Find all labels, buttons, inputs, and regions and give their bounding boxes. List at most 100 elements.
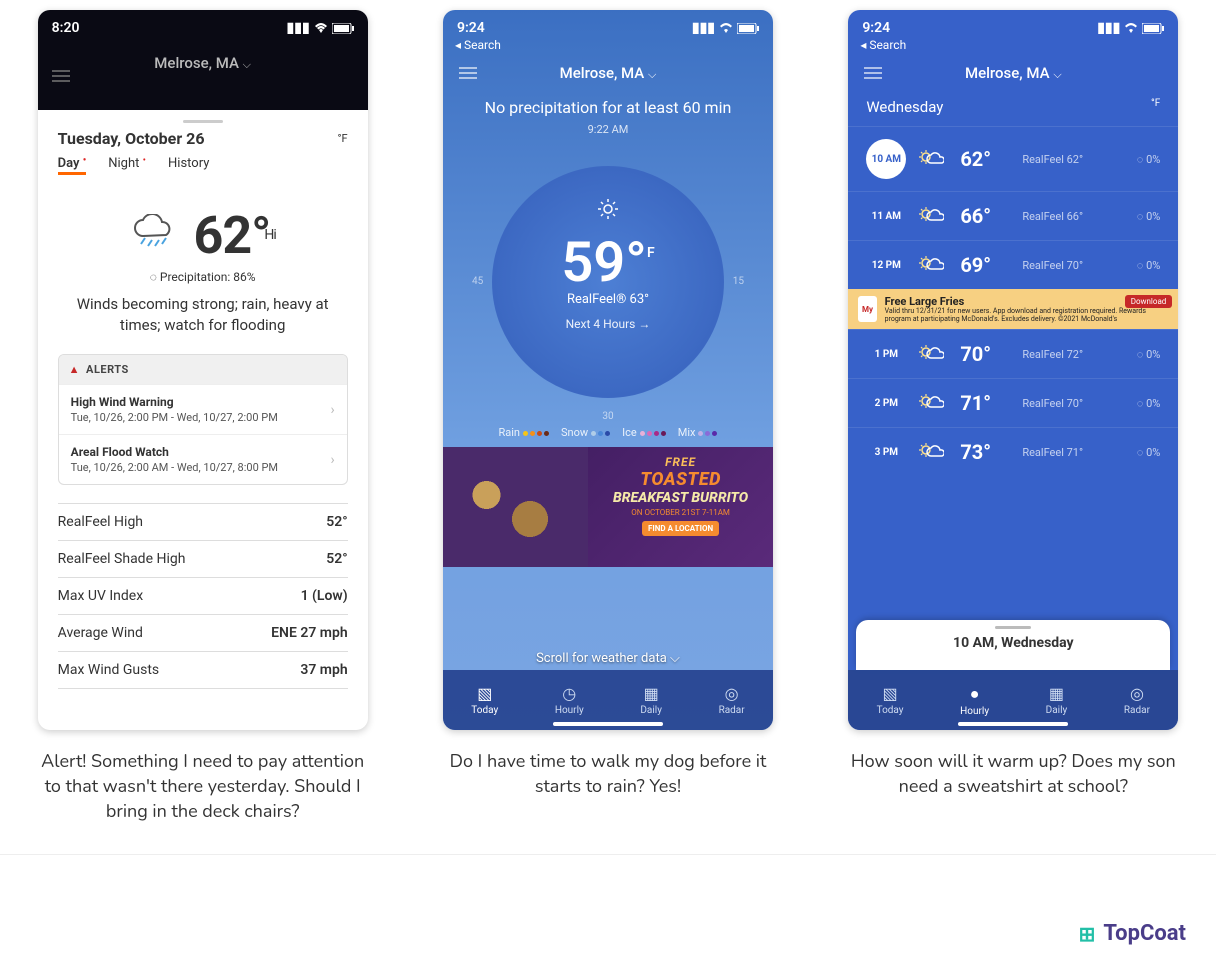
nav-radar[interactable]: ◎Radar [1124,684,1150,716]
partly-cloudy-icon [918,442,948,462]
hour-temperature: 69° [960,253,1010,277]
home-indicator[interactable] [958,722,1068,726]
hour-precip: ◌ 0% [1116,153,1160,166]
brand-logo: ⊞ TopCoat [1079,921,1186,946]
unit-label: °F [337,132,347,145]
sheet-handle[interactable] [995,626,1031,629]
phone-today-radar: 9:24 ▮▮▮ ◂ Search Melrose, MA ⌵ No preci… [443,10,773,730]
ad-image [443,447,588,567]
ad-line: BREAKFAST BURRITO [594,490,767,506]
caption-3: How soon will it warm up? Does my son ne… [848,750,1178,826]
nav-today[interactable]: ▧Today [877,684,904,716]
signal-icon: ▮▮▮ [287,20,310,36]
hour-label: 2 PM [866,398,906,409]
alert-time: Tue, 10/26, 2:00 AM - Wed, 10/27, 8:00 P… [71,461,278,474]
nav-today[interactable]: ▧Today [471,684,498,716]
clock-icon: ● [960,684,989,704]
scroll-hint[interactable]: Scroll for weather data ⌵ [443,651,773,666]
hour-precip: ◌ 0% [1116,397,1160,410]
caption-2: Do I have time to walk my dog before it … [443,750,773,826]
location-dropdown[interactable]: Melrose, MA ⌵ [560,64,657,82]
hour-precip: ◌ 0% [1116,259,1160,272]
back-button[interactable]: ◂ Search [848,38,1178,52]
chevron-down-icon: ⌵ [1053,68,1061,81]
detail-sheet[interactable]: 10 AM, Wednesday [856,620,1170,670]
chevron-down-icon: ⌵ [243,58,251,71]
chevron-right-icon: › [330,402,334,418]
partly-cloudy-icon [918,206,948,226]
ad-date: ON OCTOBER 21ST 7-11AM [594,508,767,517]
location-dropdown[interactable]: Melrose, MA ⌵ [965,64,1062,82]
partly-cloudy-icon [918,344,948,364]
status-indicators: ▮▮▮ [1097,20,1164,36]
droplet-icon: ◌ [1137,210,1144,223]
status-time: 9:24 [457,20,485,36]
hour-label: 3 PM [866,447,906,458]
hourly-row[interactable]: 2 PM71°RealFeel 70°◌ 0% [848,378,1178,427]
menu-icon[interactable] [459,67,477,79]
ad-cta-button[interactable]: FIND A LOCATION [642,521,719,536]
alert-item[interactable]: High Wind Warning Tue, 10/26, 2:00 PM - … [59,384,347,434]
nav-hourly[interactable]: ●Hourly [960,684,989,717]
tab-day[interactable]: Day • [58,156,87,175]
hourly-row[interactable]: 3 PM73°RealFeel 71°◌ 0% [848,427,1178,476]
nav-daily[interactable]: ▦Daily [640,684,662,716]
location-dropdown[interactable]: Melrose, MA ⌵ [38,40,368,72]
stat-row: Max Wind Gusts37 mph [58,652,348,689]
droplet-icon: ◌ [1137,397,1144,410]
wifi-icon [1124,23,1138,34]
nav-hourly[interactable]: ◷Hourly [555,684,584,716]
next-hours-link[interactable]: Next 4 Hours → [561,317,654,331]
ad-line: FREE [594,455,767,469]
hourly-row[interactable]: 10 AM62°RealFeel 62°◌ 0% [848,126,1178,191]
chevron-right-icon: › [330,452,334,468]
nav-radar[interactable]: ◎Radar [719,684,745,716]
hourly-row[interactable]: 12 PM69°RealFeel 70°◌ 0% [848,240,1178,289]
dial-mark-45: 45 [472,276,483,287]
dial-mark-15: 15 [733,276,744,287]
partly-cloudy-icon [918,149,948,169]
nav-daily[interactable]: ▦Daily [1046,684,1068,716]
alert-item[interactable]: Areal Flood Watch Tue, 10/26, 2:00 AM - … [59,434,347,484]
signal-icon: ▮▮▮ [692,20,715,36]
ad-banner[interactable]: FREE TOASTED BREAKFAST BURRITO ON OCTOBE… [443,447,773,567]
hour-precip: ◌ 0% [1116,446,1160,459]
status-indicators: ▮▮▮ [287,20,354,36]
back-button[interactable]: ◂ Search [443,38,773,52]
hourly-row[interactable]: 1 PM70°RealFeel 72°◌ 0% [848,329,1178,378]
footer-divider [0,854,1216,855]
status-bar: 9:24 ▮▮▮ [848,10,1178,40]
rain-cloud-icon [129,214,181,258]
hour-temperature: 73° [960,440,1010,464]
alert-triangle-icon: ▲ [69,363,80,376]
ad-logo: My [858,296,876,322]
status-indicators: ▮▮▮ [692,20,759,36]
tab-night[interactable]: Night • [108,156,146,175]
home-indicator[interactable] [553,722,663,726]
hourly-row[interactable]: 11 AM66°RealFeel 66°◌ 0% [848,191,1178,240]
ad-cta-button[interactable]: Download [1125,295,1173,308]
droplet-icon: ◌ [1137,348,1144,361]
unit-label: °F [1151,98,1160,116]
bottom-nav: ▧Today ◷Hourly ▦Daily ◎Radar [443,670,773,730]
minutecast-dial[interactable]: 45 15 30 59°F RealFeel® 63° Next 4 Hours… [468,142,748,422]
battery-icon [332,23,354,34]
status-time: 9:24 [862,20,890,36]
stat-row: RealFeel High52° [58,503,348,541]
tab-history[interactable]: History [168,156,209,175]
menu-icon[interactable] [52,70,70,82]
hour-temperature: 70° [960,342,1010,366]
current-clock-label: 9:22 AM [443,123,773,136]
sheet-handle[interactable] [183,120,223,123]
status-time: 8:20 [52,20,80,36]
hour-label: 12 PM [866,260,906,271]
calendar-today-icon: ▧ [877,684,904,703]
dial-mark-30: 30 [602,411,613,422]
ad-banner[interactable]: MyFree Large FriesValid thru 12/31/21 fo… [848,289,1178,329]
phone-daily-detail: 8:20 ▮▮▮ Melrose, MA ⌵ [38,10,368,730]
stat-row: RealFeel Shade High52° [58,541,348,578]
calendar-today-icon: ▧ [471,684,498,703]
caption-1: Alert! Something I need to pay attention… [38,750,368,826]
menu-icon[interactable] [864,67,882,79]
calendar-icon: ▦ [640,684,662,703]
